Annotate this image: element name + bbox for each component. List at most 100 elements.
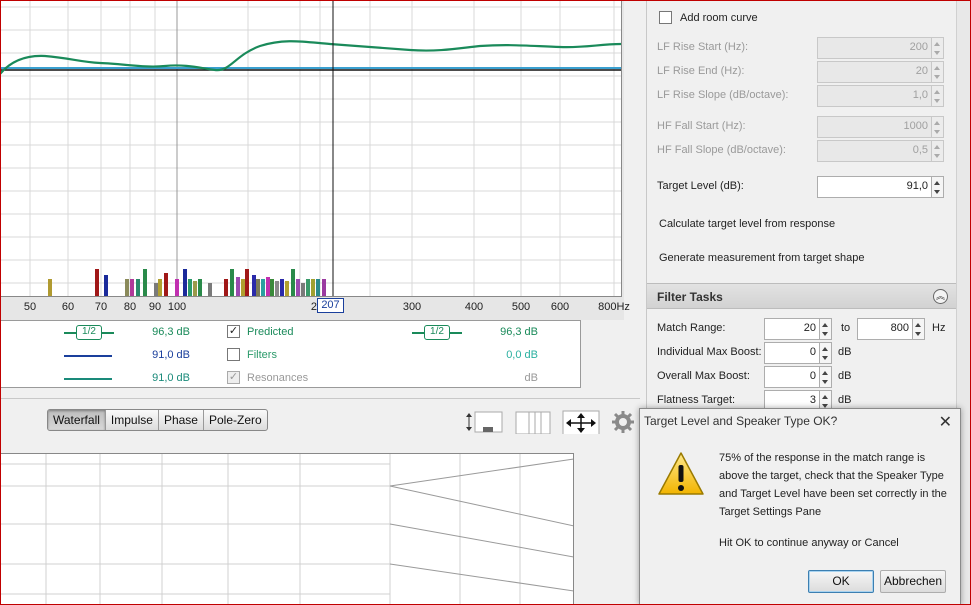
lf-rise-end-spinner[interactable]: 20	[817, 61, 944, 83]
spinner-arrows[interactable]	[932, 140, 944, 162]
calculate-target-level-link[interactable]: Calculate target level from response	[659, 218, 835, 230]
x-tick-label: 600	[550, 301, 570, 313]
legend-line	[64, 378, 112, 380]
resonance-bar	[266, 277, 270, 296]
hf-fall-start-input[interactable]: 1000	[817, 116, 932, 138]
cursor-frequency-readout[interactable]: 207	[317, 298, 344, 313]
filters-checkbox[interactable]	[227, 348, 240, 361]
resonance-bar	[198, 279, 202, 296]
field-label: HF Fall Start (Hz):	[657, 120, 746, 132]
lf-rise-end-input[interactable]: 20	[817, 61, 932, 83]
resonances-checkbox[interactable]: ✓	[227, 371, 240, 384]
frequency-response-graph[interactable]: 50 60 70 80 90 100 200 300 400 500 600 8…	[0, 0, 630, 320]
spinner-arrows[interactable]	[820, 342, 832, 364]
pan-arrows-icon[interactable]	[562, 410, 600, 434]
x-tick-label: 300	[402, 301, 422, 313]
individual-max-boost-row: Individual Max Boost: 0 dB	[657, 342, 947, 364]
lf-rise-slope-input[interactable]: 1,0	[817, 85, 932, 107]
collapse-chevron-icon[interactable]: ︽	[933, 289, 948, 304]
smoothing-badge[interactable]: 1/2	[76, 325, 102, 340]
match-range-row: Match Range: 20 to 800 Hz	[657, 318, 947, 340]
spinner-arrows[interactable]	[932, 61, 944, 83]
generate-measurement-link[interactable]: Generate measurement from target shape	[659, 252, 864, 264]
resonance-bar	[143, 269, 147, 296]
waterfall-graph[interactable]	[0, 453, 574, 605]
hf-fall-start-spinner[interactable]: 1000	[817, 116, 944, 138]
hf-fall-slope-row: HF Fall Slope (dB/octave): 0,5	[657, 140, 947, 162]
db-label: dB	[838, 370, 852, 382]
legend-value: 96,3 dB	[152, 326, 190, 338]
x-tick-label: 50	[23, 301, 37, 313]
overall-max-boost-input[interactable]: 0	[764, 366, 820, 388]
spinner-arrows[interactable]	[932, 116, 944, 138]
individual-max-boost-input[interactable]: 0	[764, 342, 820, 364]
resonance-bar	[154, 283, 158, 296]
resonance-bar	[306, 279, 310, 296]
spinner-arrows[interactable]	[932, 37, 944, 59]
close-icon[interactable]: ✕	[939, 412, 952, 432]
target-level-warning-dialog: Target Level and Speaker Type OK? ✕ 75% …	[639, 408, 961, 605]
to-label: to	[841, 322, 851, 334]
resonance-bar	[230, 269, 234, 296]
resonance-bar	[261, 279, 265, 296]
legend-value: 91,0 dB	[152, 372, 190, 384]
legend-value: 96,3 dB	[500, 326, 538, 338]
resonance-bar	[130, 279, 134, 296]
filter-tasks-header[interactable]: Filter Tasks ︽	[647, 283, 957, 309]
legend-line-segment	[64, 332, 76, 334]
field-label: LF Rise Slope (dB/octave):	[657, 89, 789, 101]
spinner-arrows[interactable]	[820, 366, 832, 388]
match-range-from-input[interactable]: 20	[764, 318, 820, 340]
hf-fall-slope-input[interactable]: 0,5	[817, 140, 932, 162]
resonance-bar	[48, 279, 52, 296]
smoothing-badge[interactable]: 1/2	[424, 325, 450, 340]
x-tick-label: 60	[61, 301, 75, 313]
hz-label: Hz	[932, 322, 946, 334]
resonance-bar	[188, 279, 192, 296]
tab-impulse[interactable]: Impulse	[106, 410, 159, 430]
resonance-bar	[236, 277, 240, 296]
resonance-bar	[311, 279, 315, 296]
graph-svg	[0, 0, 621, 296]
resonance-bar	[296, 279, 300, 296]
dialog-title: Target Level and Speaker Type OK?	[644, 414, 838, 428]
lf-rise-slope-spinner[interactable]: 1,0	[817, 85, 944, 107]
resonance-bar	[252, 275, 256, 296]
field-label: Individual Max Boost:	[657, 346, 762, 358]
hf-fall-slope-spinner[interactable]: 0,5	[817, 140, 944, 162]
graph-legend: 1/2 96,3 dB ✓ Predicted 1/2 96,3 dB 91,0…	[0, 320, 581, 388]
hf-fall-start-row: HF Fall Start (Hz): 1000	[657, 116, 947, 138]
split-view-icon[interactable]	[515, 410, 551, 434]
legend-name: Resonances	[247, 372, 309, 384]
spinner-arrows[interactable]	[913, 318, 925, 340]
lf-rise-start-input[interactable]: 200	[817, 37, 932, 59]
ok-button[interactable]: OK	[808, 570, 874, 593]
resonance-bar	[183, 269, 187, 296]
legend-name: Predicted	[247, 326, 294, 338]
legend-line-segment	[412, 332, 424, 334]
target-level-spinner[interactable]: 91,0	[817, 176, 944, 198]
resonance-bar	[164, 273, 168, 296]
tab-pole-zero[interactable]: Pole-Zero	[204, 410, 267, 430]
vertical-resize-icon[interactable]	[465, 410, 505, 434]
predicted-checkbox[interactable]: ✓	[227, 325, 240, 338]
tab-waterfall[interactable]: Waterfall	[48, 410, 106, 430]
resonance-bar	[193, 281, 197, 296]
spinner-arrows[interactable]	[820, 318, 832, 340]
spinner-arrows[interactable]	[932, 176, 944, 198]
resonance-bar	[104, 275, 108, 296]
legend-line	[64, 355, 112, 357]
filter-tasks-title: Filter Tasks	[657, 290, 723, 304]
cancel-button[interactable]: Abbrechen	[880, 570, 946, 593]
graph-plot-area[interactable]	[0, 0, 622, 297]
legend-value: 0,0 dB	[506, 349, 538, 361]
x-tick-label: 400	[464, 301, 484, 313]
gear-icon[interactable]	[611, 409, 635, 433]
waterfall-svg	[0, 454, 573, 604]
match-range-to-input[interactable]: 800	[857, 318, 913, 340]
spinner-arrows[interactable]	[932, 85, 944, 107]
target-level-input[interactable]: 91,0	[817, 176, 932, 198]
add-room-curve-checkbox[interactable]	[659, 11, 672, 24]
tab-phase[interactable]: Phase	[159, 410, 204, 430]
lf-rise-start-spinner[interactable]: 200	[817, 37, 944, 59]
